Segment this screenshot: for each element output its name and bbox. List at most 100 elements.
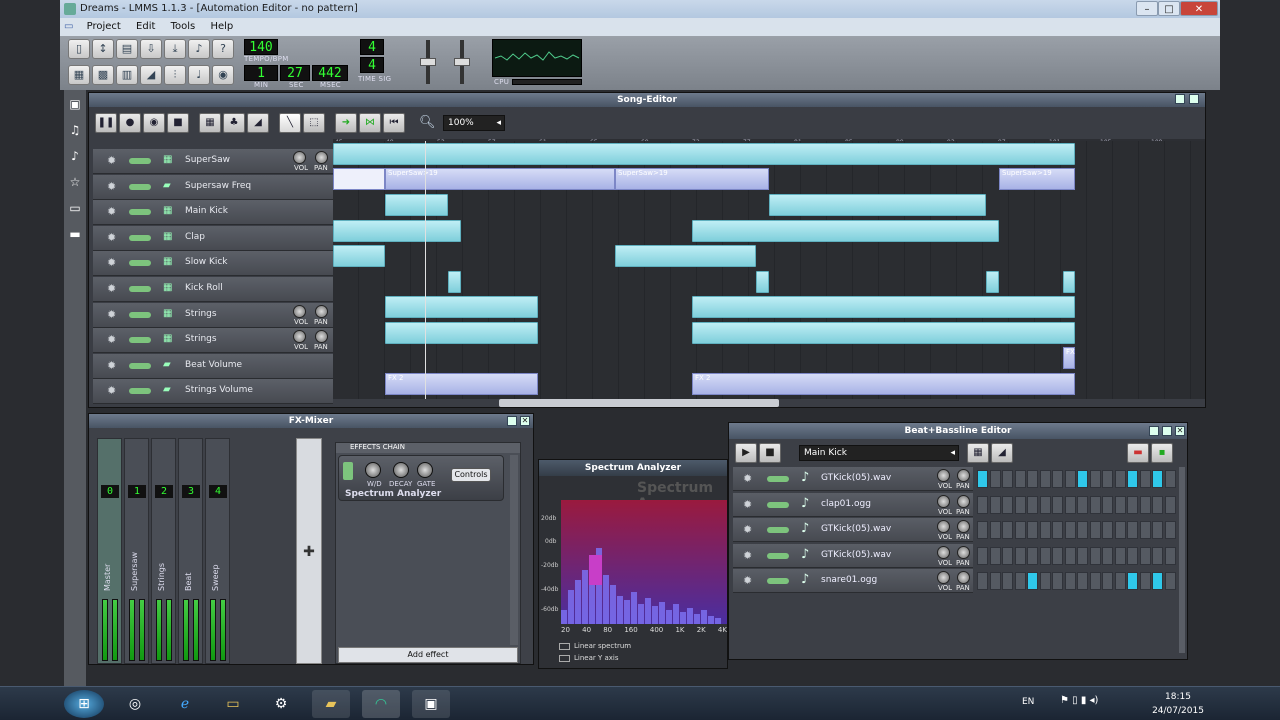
step-button[interactable] — [977, 470, 988, 488]
project-notes-icon[interactable]: ♩ — [188, 65, 210, 85]
mute-toggle[interactable] — [129, 388, 151, 395]
bb-track-row[interactable]: ✹ ♪ GTKick(05).wav VOL PAN — [733, 543, 973, 568]
track-name[interactable]: Slow Kick — [185, 257, 228, 267]
add-beat-track-icon[interactable]: ▦ — [967, 443, 989, 463]
gear-icon[interactable]: ✹ — [107, 154, 116, 167]
edit-mode-button[interactable]: ⬚ — [303, 113, 325, 133]
step-button[interactable] — [1002, 470, 1013, 488]
what-is-this-icon[interactable]: ? — [212, 39, 234, 59]
channel-fader[interactable] — [139, 599, 145, 661]
gear-icon[interactable]: ✹ — [107, 256, 116, 269]
bb-track-row[interactable]: ✹ ♪ clap01.ogg VOL PAN — [733, 492, 973, 517]
add-fx-channel-button[interactable]: ✚ — [296, 438, 322, 664]
bb-track-name[interactable]: GTKick(05).wav — [821, 550, 891, 560]
step-button[interactable] — [1052, 572, 1063, 590]
controller-rack-icon[interactable]: ◉ — [212, 65, 234, 85]
step-button[interactable] — [989, 546, 1001, 565]
step-button[interactable] — [1027, 470, 1038, 488]
track-header[interactable]: ✹ ▦ SuperSaw VOL PAN — [93, 149, 333, 174]
step-button[interactable] — [1039, 572, 1051, 590]
volume-knob[interactable] — [293, 151, 306, 164]
fx-mixer-icon[interactable]: ⫶ — [164, 65, 186, 85]
step-button[interactable] — [1089, 495, 1101, 514]
step-button[interactable] — [1127, 521, 1138, 539]
pan-knob[interactable] — [957, 469, 970, 482]
mute-toggle[interactable] — [767, 552, 789, 559]
step-button[interactable] — [1039, 470, 1051, 488]
auto-pattern-beat-volume[interactable]: FX — [1063, 347, 1075, 369]
effect-enable-led[interactable] — [343, 462, 353, 480]
controls-button[interactable]: Controls — [451, 468, 491, 482]
step-button[interactable] — [1052, 495, 1063, 514]
open-project-icon[interactable]: ▤ — [116, 39, 138, 59]
step-button[interactable] — [1114, 521, 1126, 539]
timesig-numerator[interactable]: 4 — [360, 39, 384, 55]
step-button[interactable] — [1127, 470, 1138, 488]
add-sample-track-button[interactable]: ♣ — [223, 113, 245, 133]
bb-track-row[interactable]: ✹ ♪ GTKick(05).wav VOL PAN — [733, 518, 973, 542]
gear-icon[interactable]: ✹ — [107, 384, 116, 397]
add-effect-button[interactable]: Add effect — [338, 647, 518, 663]
start-button[interactable]: ⊞ — [64, 690, 104, 718]
mute-toggle[interactable] — [767, 476, 789, 482]
new-from-template-icon[interactable]: ↕ — [92, 39, 114, 59]
step-button[interactable] — [1002, 546, 1013, 565]
master-volume-handle[interactable] — [420, 58, 436, 66]
track-header[interactable]: ✹ ▦ Main Kick — [93, 200, 333, 226]
bb-track-name[interactable]: GTKick(05).wav — [821, 473, 891, 483]
track-name[interactable]: SuperSaw — [185, 155, 230, 165]
mute-toggle[interactable] — [129, 209, 151, 216]
draw-mode-button[interactable]: ╲ — [279, 113, 301, 133]
bb-minimize[interactable] — [1149, 426, 1159, 436]
clock-date[interactable]: 24/07/2015 — [1148, 706, 1208, 716]
step-button[interactable] — [1014, 470, 1026, 488]
track-name[interactable]: Supersaw Freq — [185, 181, 251, 191]
record-play-button[interactable]: ◉ — [143, 113, 165, 133]
bb-track-row[interactable]: ✹ ♪ snare01.ogg VOL PAN — [733, 569, 973, 593]
step-button[interactable] — [1014, 495, 1026, 514]
instrument-plugins-icon[interactable]: ▣ — [67, 96, 83, 112]
pattern-kick-roll[interactable] — [756, 271, 769, 293]
step-button[interactable] — [977, 521, 988, 539]
step-button[interactable] — [1139, 546, 1151, 565]
step-button[interactable] — [1014, 521, 1026, 539]
playhead-line[interactable] — [425, 141, 426, 399]
mute-toggle[interactable] — [129, 183, 151, 190]
mute-toggle[interactable] — [129, 362, 151, 369]
gear-icon[interactable]: ✹ — [743, 523, 752, 536]
step-button[interactable] — [1164, 572, 1176, 590]
bb-track-name[interactable]: snare01.ogg — [821, 575, 877, 585]
track-name[interactable]: Strings — [185, 309, 217, 319]
gate-knob[interactable] — [417, 462, 433, 478]
mute-toggle[interactable] — [129, 337, 151, 344]
volume-knob[interactable] — [937, 520, 950, 533]
record-button[interactable]: ● — [119, 113, 141, 133]
step-button[interactable] — [1114, 495, 1126, 514]
gear-icon[interactable]: ✹ — [107, 180, 116, 193]
root-directory-icon[interactable]: ▭ — [67, 200, 83, 216]
pan-knob[interactable] — [957, 571, 970, 584]
step-button[interactable] — [1039, 546, 1051, 565]
effect-slot[interactable]: W/D DECAY GATE Controls Spectrum Analyze… — [338, 455, 504, 501]
clock-time[interactable]: 18:15 — [1148, 692, 1208, 702]
step-button[interactable] — [1139, 470, 1151, 488]
gear-icon[interactable]: ✹ — [107, 308, 116, 321]
maximize-button[interactable]: □ — [1158, 1, 1180, 16]
gear-icon[interactable]: ✹ — [743, 549, 752, 562]
track-name[interactable]: Main Kick — [185, 206, 228, 216]
effects-scrollbar[interactable] — [510, 455, 518, 645]
step-button[interactable] — [1114, 572, 1126, 590]
step-button[interactable] — [1139, 495, 1151, 514]
auto-pattern[interactable] — [333, 168, 385, 190]
wd-knob[interactable] — [365, 462, 381, 478]
track-name[interactable]: Strings — [185, 334, 217, 344]
pattern-clap[interactable] — [692, 220, 999, 242]
oscilloscope[interactable] — [492, 39, 582, 77]
step-button[interactable] — [1064, 572, 1076, 590]
mute-toggle[interactable] — [767, 527, 789, 533]
mute-toggle[interactable] — [129, 234, 151, 241]
pattern-strings-2[interactable] — [385, 322, 538, 344]
step-button[interactable] — [1077, 546, 1088, 565]
menu-project[interactable]: Project — [81, 21, 127, 32]
step-button[interactable] — [1039, 521, 1051, 539]
